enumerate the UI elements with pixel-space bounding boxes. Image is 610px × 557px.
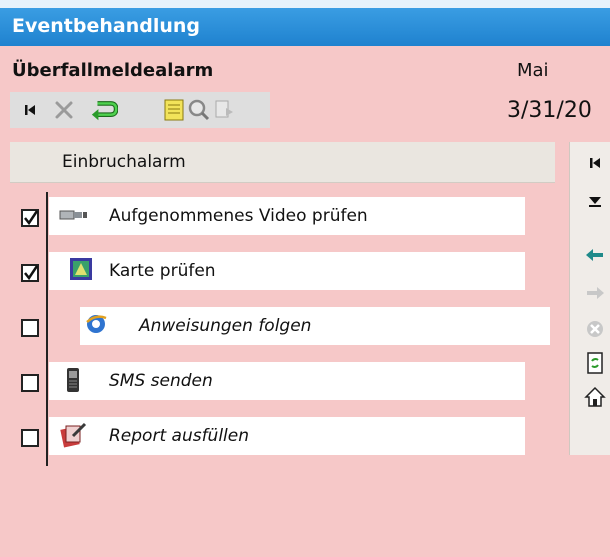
back-icon[interactable]: [584, 244, 606, 266]
mobile-phone-icon: [63, 367, 89, 393]
list-item[interactable]: Aufgenommenes Video prüfen: [49, 197, 525, 235]
window-titlebar: Eventbehandlung: [0, 0, 610, 46]
delete-icon[interactable]: [50, 96, 78, 124]
task-checkbox[interactable]: [21, 264, 39, 282]
task-list-title: Einbruchalarm: [62, 152, 186, 172]
report-icon: [59, 422, 87, 448]
list-item[interactable]: SMS senden: [49, 362, 525, 400]
alarm-month: Mai: [517, 60, 549, 81]
list-item[interactable]: Karte prüfen: [49, 252, 525, 290]
forward-icon[interactable]: [584, 282, 606, 304]
cancel-icon[interactable]: [584, 318, 606, 340]
task-checkbox[interactable]: [21, 319, 39, 337]
internet-explorer-icon: [84, 312, 110, 338]
tree-line: [46, 192, 48, 466]
refresh-icon[interactable]: [584, 352, 606, 374]
task-checkbox[interactable]: [21, 209, 39, 227]
search-icon[interactable]: [185, 96, 213, 124]
task-label: Aufgenommenes Video prüfen: [109, 206, 368, 226]
task-list-header: Einbruchalarm: [10, 142, 555, 183]
map-icon: [69, 257, 95, 283]
window-title: Eventbehandlung: [12, 15, 200, 37]
sidebar: [569, 142, 610, 455]
list-item[interactable]: Anweisungen folgen: [80, 307, 550, 345]
home-icon[interactable]: [584, 386, 606, 408]
first-icon[interactable]: [16, 96, 44, 124]
forward-icon[interactable]: [210, 96, 238, 124]
task-label: Karte prüfen: [109, 261, 216, 281]
undo-icon[interactable]: [90, 96, 118, 124]
collapse-icon[interactable]: [584, 190, 606, 212]
list-item[interactable]: Report ausfüllen: [49, 417, 525, 455]
toolbar: [10, 92, 270, 128]
task-label: SMS senden: [109, 371, 213, 391]
task-label: Anweisungen folgen: [139, 316, 312, 336]
video-camera-icon: [59, 202, 87, 228]
task-checkbox[interactable]: [21, 429, 39, 447]
first-icon[interactable]: [584, 152, 606, 174]
task-label: Report ausfüllen: [109, 426, 250, 446]
task-checkbox[interactable]: [21, 374, 39, 392]
alarm-title: Überfallmeldealarm: [12, 60, 214, 81]
notes-icon[interactable]: [160, 96, 188, 124]
alarm-date: 3/31/20: [507, 98, 592, 123]
